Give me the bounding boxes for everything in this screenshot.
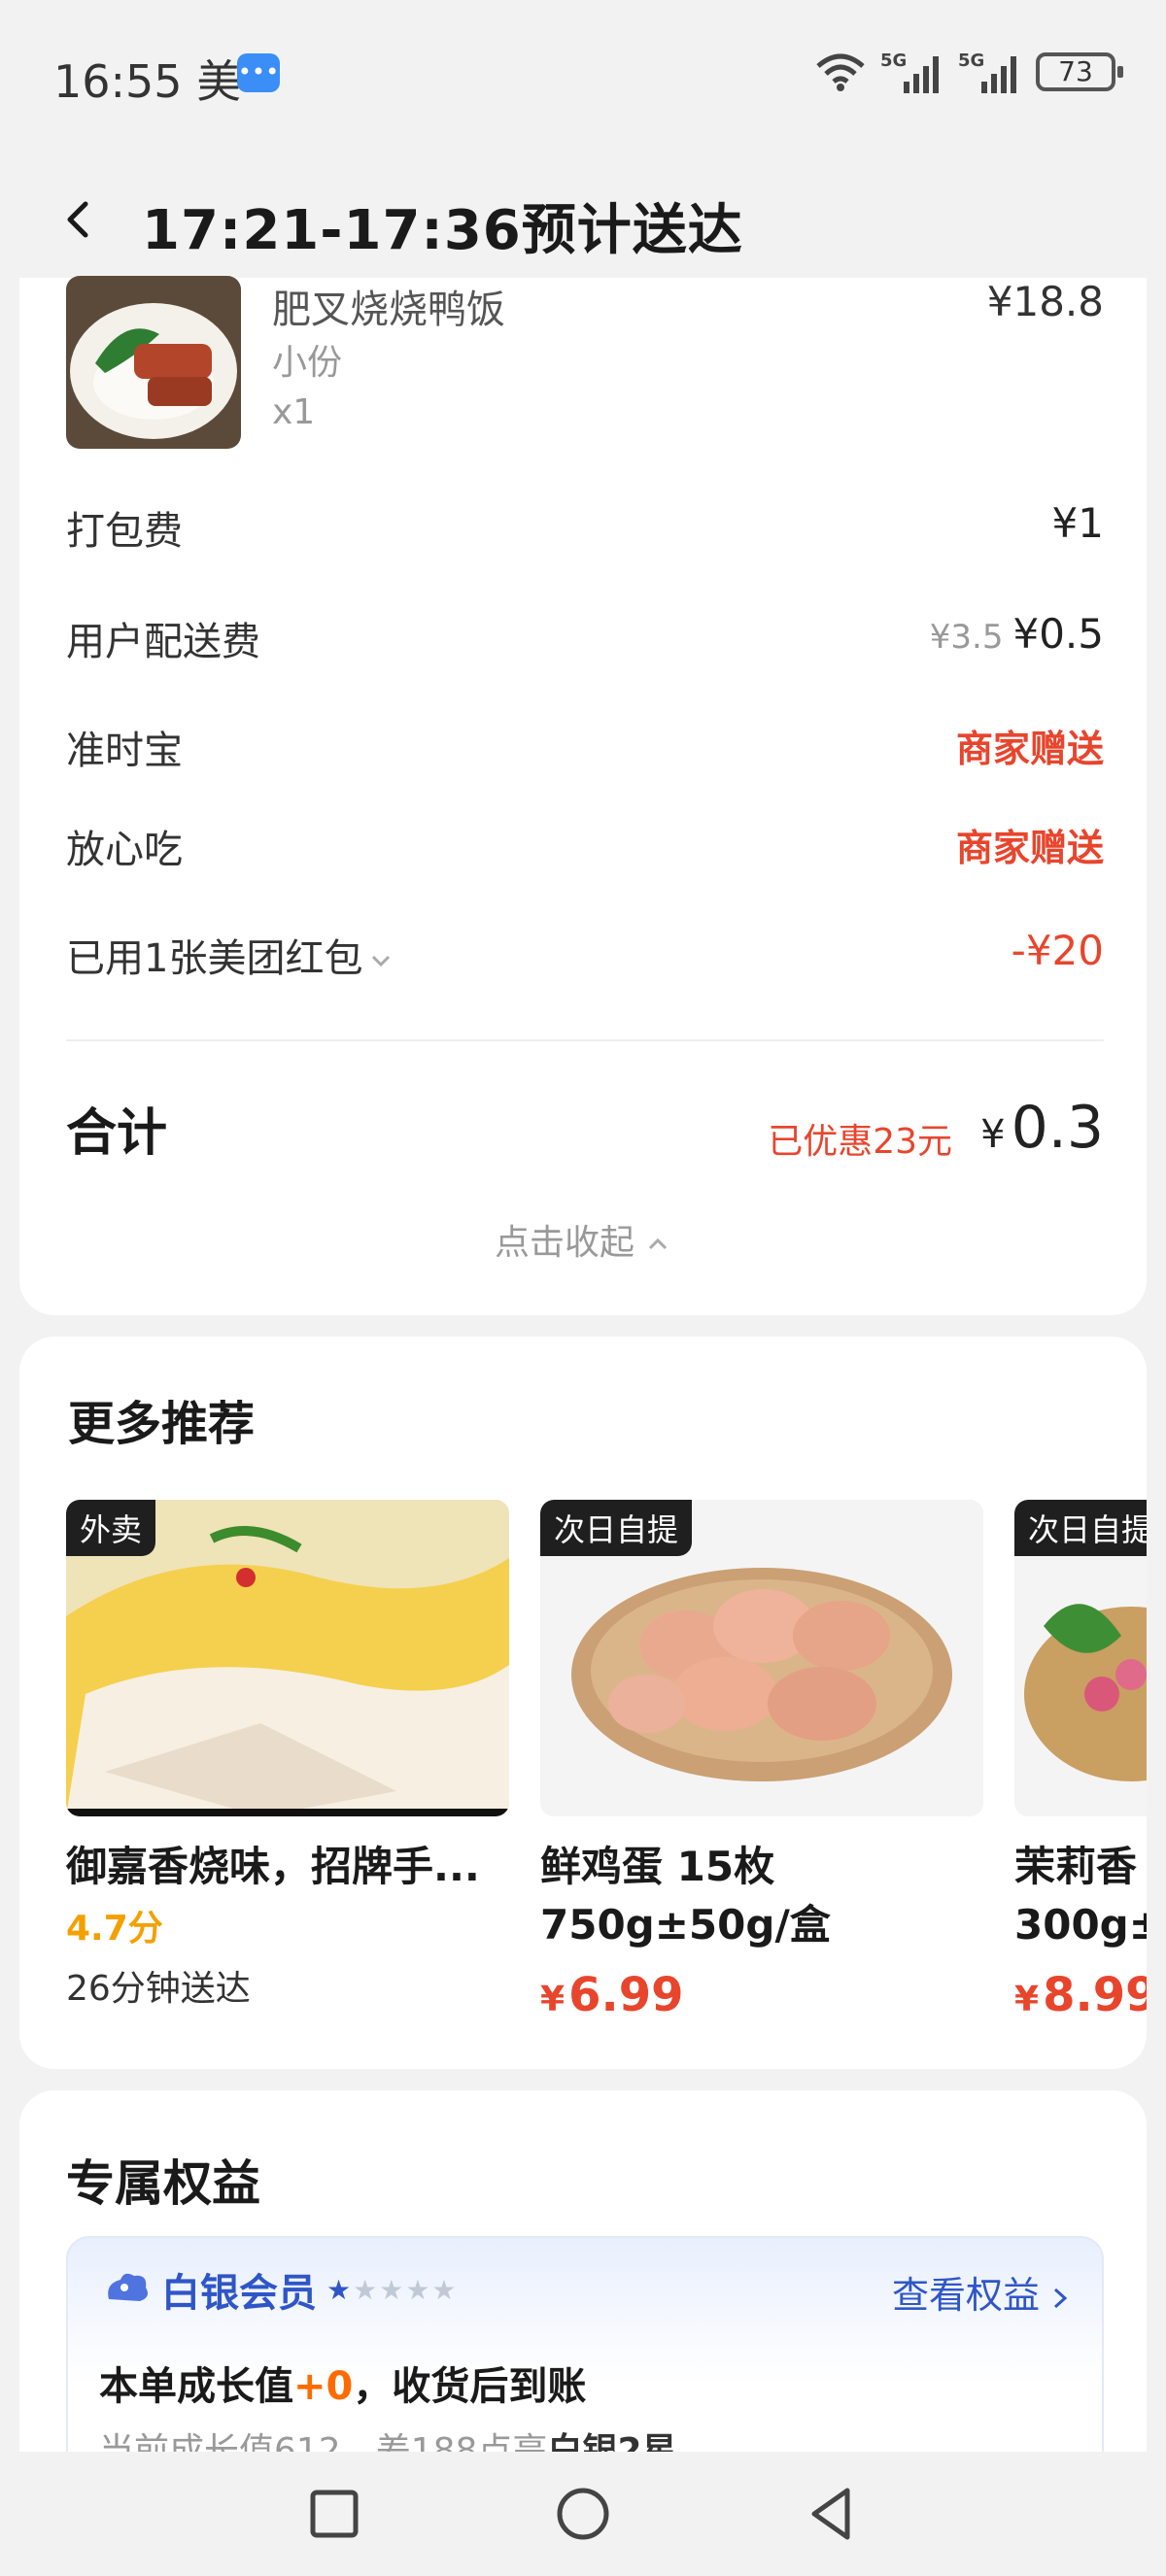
product-image[interactable]: 次日自提 bbox=[540, 1500, 983, 1816]
message-app-icon: ••• bbox=[237, 53, 280, 92]
svg-text:5G: 5G bbox=[880, 51, 907, 71]
product-price: ¥8.99 bbox=[1014, 1968, 1147, 2022]
fee-row-delivery: 用户配送费 ¥3.5 ¥0.5 bbox=[66, 610, 1104, 668]
product-name: 御嘉香烧味，招牌手... bbox=[66, 1843, 480, 1890]
growth-value-line: 本单成长值+0，收货后到账 bbox=[99, 2364, 587, 2409]
fee-row-packaging: 打包费 ¥1 bbox=[66, 499, 1104, 558]
food-quantity: x1 bbox=[272, 392, 316, 432]
back-triangle-icon[interactable] bbox=[801, 2483, 863, 2545]
section-title: 专属权益 bbox=[66, 2155, 260, 2212]
status-icons: 5G 5G 73 bbox=[814, 49, 1123, 95]
member-header: 白银会员 ★★★★★ bbox=[103, 2261, 459, 2318]
chevron-up-icon bbox=[648, 1237, 668, 1250]
total-label: 合计 bbox=[66, 1104, 168, 1163]
recommendation-item[interactable]: 次日自提 鲜鸡蛋 15枚 750g±50g/盒 ¥6.99 bbox=[540, 1500, 983, 2022]
collapse-button[interactable]: 点击收起 bbox=[19, 1214, 1147, 1265]
channel-tag: 次日自提 bbox=[540, 1500, 693, 1556]
fee-value: -¥20 bbox=[1011, 927, 1104, 974]
product-name: 茉莉香 300g± bbox=[1014, 1843, 1147, 1949]
battery-indicator: 73 bbox=[1036, 52, 1123, 91]
member-level: 白银会员 bbox=[161, 2271, 317, 2316]
svg-text:5G: 5G bbox=[958, 51, 984, 71]
chevron-down-icon bbox=[372, 955, 391, 967]
wifi-icon bbox=[816, 53, 865, 91]
delivery-eta: 26分钟送达 bbox=[66, 1969, 251, 2009]
back-arrow-icon[interactable] bbox=[58, 200, 97, 239]
page-header: 17:21-17:36预计送达 bbox=[0, 146, 1166, 282]
discount-text: 已优惠23元 bbox=[768, 1122, 952, 1162]
recommendation-item[interactable]: 外卖 御嘉香烧味，招牌手... 4.7分 26分钟送达 bbox=[66, 1500, 509, 2011]
food-image[interactable] bbox=[66, 276, 241, 449]
fee-row-ontime: 准时宝 商家赠送 bbox=[66, 719, 1104, 777]
food-name: 肥叉烧烧鸭饭 bbox=[272, 288, 505, 332]
home-circle-icon[interactable] bbox=[552, 2483, 614, 2545]
fee-row-red-packet[interactable]: 已用1张美团红包 -¥20 bbox=[66, 927, 1104, 985]
fee-row-safe-eat: 放心吃 商家赠送 bbox=[66, 818, 1104, 876]
recommendation-item[interactable]: 次日自提 茉莉香 300g± ¥8.99 bbox=[1014, 1500, 1147, 2022]
fee-label: 用户配送费 bbox=[66, 620, 260, 664]
food-spec: 小份 bbox=[272, 343, 343, 383]
signal-icon: 5G bbox=[880, 51, 939, 93]
member-badge-icon bbox=[108, 2273, 148, 2301]
fee-label: 准时宝 bbox=[66, 729, 183, 773]
view-benefits-link[interactable]: 查看权益 bbox=[892, 2265, 1073, 2319]
product-image[interactable]: 次日自提 bbox=[1014, 1500, 1147, 1816]
food-price: ¥18.8 bbox=[986, 278, 1104, 325]
product-rating: 4.7分 bbox=[66, 1909, 163, 1949]
signal-icon-2: 5G bbox=[958, 51, 1016, 93]
page-title: 17:21-17:36预计送达 bbox=[142, 199, 743, 262]
recommendations-card: 更多推荐 外卖 御嘉香烧味，招牌手... 4.7分 26分钟送达 次日自提 鲜鸡… bbox=[19, 1337, 1147, 2069]
fee-label: 放心吃 bbox=[66, 828, 183, 872]
channel-tag: 外卖 bbox=[66, 1500, 156, 1556]
product-price: ¥6.99 bbox=[540, 1968, 684, 2022]
status-time: 16:55 美 bbox=[53, 55, 242, 108]
divider bbox=[66, 1039, 1104, 1041]
system-nav-bar bbox=[0, 2452, 1166, 2576]
product-name: 鲜鸡蛋 15枚 750g±50g/盒 bbox=[540, 1843, 831, 1949]
order-detail-card: 肥叉烧烧鸭饭 小份 x1 ¥18.8 打包费 ¥1 用户配送费 ¥3.5 ¥0.5… bbox=[19, 276, 1147, 1315]
fee-value: 商家赠送 bbox=[955, 827, 1104, 869]
fee-value: ¥3.5 ¥0.5 bbox=[929, 610, 1104, 658]
fee-label: 打包费 bbox=[66, 509, 183, 554]
total-amount: ¥0.3 bbox=[980, 1094, 1104, 1162]
fee-label[interactable]: 已用1张美团红包 bbox=[66, 927, 394, 983]
original-delivery-fee: ¥3.5 bbox=[929, 618, 1004, 657]
member-stars: ★★★★★ bbox=[326, 2273, 459, 2306]
chevron-right-icon bbox=[1053, 2288, 1068, 2308]
fee-value: 商家赠送 bbox=[955, 728, 1104, 770]
status-bar: 16:55 美 ••• 5G 5G 73 bbox=[0, 0, 1166, 146]
product-image[interactable]: 外卖 bbox=[66, 1500, 509, 1816]
fee-value: ¥1 bbox=[1051, 499, 1104, 547]
channel-tag: 次日自提 bbox=[1014, 1500, 1147, 1556]
recents-square-icon[interactable] bbox=[303, 2483, 365, 2545]
section-title: 更多推荐 bbox=[68, 1397, 256, 1451]
